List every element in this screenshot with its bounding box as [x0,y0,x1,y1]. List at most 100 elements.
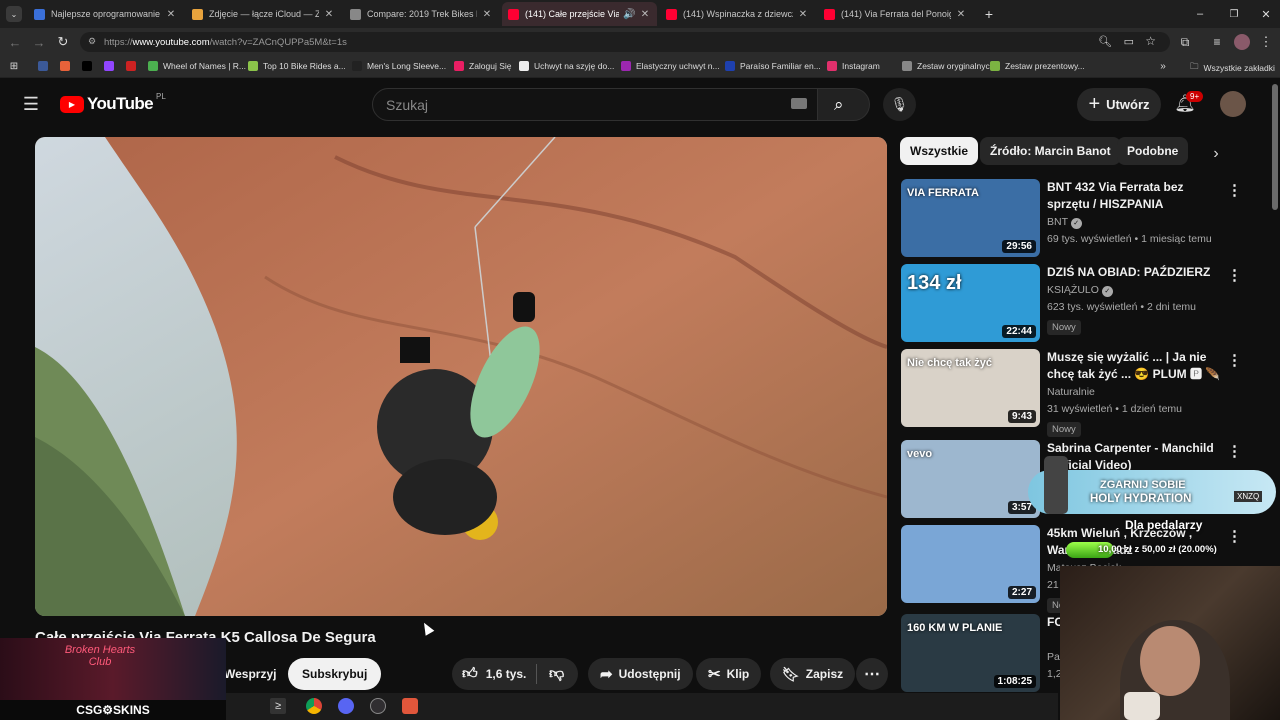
save-button[interactable]: 🔖︎ Zapisz [770,658,856,690]
chip-all[interactable]: Wszystkie [900,137,979,165]
obs-app-icon[interactable] [370,698,386,714]
bookmark-item[interactable]: Zaloguj Się [454,61,512,71]
tab-close-icon[interactable]: ✕ [639,9,651,20]
duration-badge: 29:56 [1002,240,1036,253]
all-bookmarks-folder[interactable]: 🗀 Wszystkie zakładki [1190,61,1275,75]
sponsor-ad-overlay: ZGARNIJ SOBIE HOLY HYDRATION XNZQ [1028,456,1276,514]
youtube-logo[interactable]: ▶ YouTube PL [60,92,166,114]
more-actions-button[interactable]: ⋯ [856,658,888,690]
tab-close-icon[interactable]: ✕ [797,9,809,20]
bookmark-item[interactable] [104,61,119,71]
ad-line-2: HOLY HYDRATION [1090,493,1192,505]
minimize-button[interactable]: – [1190,5,1210,23]
dislike-button[interactable]: 👎︎ [537,665,564,683]
bookmark-item[interactable] [126,61,141,71]
subscribe-button[interactable]: Subskrybuj [288,658,382,690]
recommendation-title[interactable]: BNT 432 Via Ferrata bez sprzętu / HISZPA… [1047,179,1227,213]
video-thumbnail[interactable]: Nie chcę tak żyć 9:43 [901,349,1040,427]
extensions-icon[interactable]: ⧉ [1176,33,1194,51]
apps-grid-icon[interactable]: ⊞ [8,60,20,72]
browser-tab-active[interactable]: (141) Całe przejście Via Ferr🔊✕ [502,2,657,26]
bookmark-item[interactable]: Zestaw prezentowy... [990,61,1085,71]
bookmark-item[interactable]: Top 10 Bike Rides a... [248,61,346,71]
close-window-button[interactable]: ✕ [1256,5,1276,23]
bookmark-item[interactable] [38,61,53,71]
chip-source[interactable]: Źródło: Marcin Banot [980,137,1121,165]
restore-button[interactable]: ❐ [1224,5,1244,23]
bookmark-item[interactable] [82,61,97,71]
terminal-app-icon[interactable]: ≥ [270,698,286,714]
taskbar: ≥ [226,693,1058,720]
video-thumbnail[interactable]: 134 zł 22:44 [901,264,1040,342]
recommendation-item[interactable]: 134 zł 22:44 DZIŚ NA OBIAD: PAŹDZIERZ KSIĄŻ… [901,264,1273,344]
reload-icon[interactable]: ↻ [54,33,72,51]
video-thumbnail[interactable]: VIA FERRATA 29:56 [901,179,1040,257]
video-player[interactable] [35,137,887,616]
browser-tab[interactable]: (141) Wspinaczka z dziewczyną✕ [660,2,815,26]
channel-name[interactable]: KSIĄŻULO ✓ [1047,284,1113,297]
new-tab-button[interactable]: + [980,5,998,23]
keyboard-icon[interactable] [791,98,807,109]
tab-close-icon[interactable]: ✕ [481,9,493,20]
video-thumbnail[interactable]: vevo 3:57 [901,440,1040,518]
url-bar[interactable]: ⚙ https://www.youtube.com/watch?v=ZACnQU… [80,32,1170,52]
chips-next-chevron-icon[interactable]: › [1206,144,1226,164]
browser-tab[interactable]: (141) Via Ferrata del Ponoig, Po✕ [818,2,973,26]
tab-close-icon[interactable]: ✕ [165,9,177,20]
browser-menu-icon[interactable]: ⋮ [1258,33,1274,51]
browser-tab[interactable]: Compare: 2019 Trek Bikes Dom✕ [344,2,499,26]
tab-search-icon[interactable]: ⌄ [6,6,22,22]
recommendation-item[interactable]: Nie chcę tak żyć 9:43 Muszę się wyżalić ..… [901,349,1273,437]
more-options-icon[interactable]: ⋮ [1227,351,1242,369]
channel-name[interactable]: Naturalnie [1047,386,1095,398]
more-options-icon[interactable]: ⋮ [1227,266,1242,284]
recommendation-item[interactable]: VIA FERRATA 29:56 BNT 432 Via Ferrata bez … [901,179,1273,259]
browser-tab[interactable]: Zdjęcie — łącze iCloud — Zdję✕ [186,2,341,26]
create-button[interactable]: + Utwórz [1077,88,1161,121]
zoom-icon[interactable]: 🔍︎ [1098,35,1112,48]
bookmark-item[interactable]: Wheel of Names | R... [148,61,246,71]
bookmark-item[interactable]: Uchwyt na szyję do... [519,61,614,71]
discord-app-icon[interactable] [338,698,354,714]
video-thumbnail[interactable]: 160 KM W PLANIE 1:08:25 [901,614,1040,692]
like-button[interactable]: 👍︎ 1,6 tys. [452,665,536,683]
bookmark-item[interactable]: Instagram [827,61,880,71]
verified-icon: ✓ [1070,218,1082,229]
browser-tab[interactable]: Najlepsze oprogramowanie do ✕ [28,2,183,26]
more-bookmarks-icon[interactable]: » [1156,59,1170,73]
verified-icon: ✓ [1101,286,1113,297]
video-thumbnail[interactable]: 2:27 [901,525,1040,603]
site-info-icon[interactable]: ⚙ [88,36,96,47]
voice-search-button[interactable]: 🎙︎ [883,88,916,121]
back-arrow-icon[interactable]: ← [6,33,24,51]
more-options-icon[interactable]: ⋮ [1227,181,1242,199]
clip-button[interactable]: ✂ Klip [696,658,762,690]
tab-close-icon[interactable]: ✕ [323,9,335,20]
bookmark-item[interactable]: Paraíso Familiar en... [725,61,821,71]
bookmark-item[interactable]: Elastyczny uchwyt n... [621,61,720,71]
tab-audio-icon[interactable]: 🔊 [623,9,635,20]
bookmark-item[interactable] [60,61,75,71]
streaming-app-icon[interactable] [402,698,418,714]
cast-icon[interactable]: ▭ [1124,35,1134,48]
chip-related[interactable]: Podobne [1117,137,1189,165]
page-scrollbar[interactable] [1272,84,1278,210]
more-options-icon[interactable]: ⋮ [1227,442,1242,460]
recommendation-title[interactable]: DZIŚ NA OBIAD: PAŹDZIERZ [1047,264,1227,281]
share-button[interactable]: ➦ Udostępnij [588,658,693,690]
bookmark-item[interactable]: Men's Long Sleeve... [352,61,446,71]
chrome-app-icon[interactable] [306,698,322,714]
hamburger-menu-icon[interactable]: ☰ [20,94,42,114]
search-button[interactable]: ⌕ [818,88,870,121]
bookmark-item[interactable]: Zestaw oryginalnyc... [902,61,997,71]
channel-name[interactable]: BNT ✓ [1047,216,1082,229]
bookmark-star-icon[interactable]: ☆ [1145,34,1156,48]
media-control-icon[interactable]: ≡ [1208,33,1226,51]
account-avatar[interactable] [1220,91,1246,117]
search-input[interactable]: Szukaj [372,88,818,121]
tab-close-icon[interactable]: ✕ [955,9,967,20]
recommendation-title[interactable]: Sabrina Carpenter - Manchild (Official V… [1047,440,1227,474]
forward-arrow-icon[interactable]: → [30,33,48,51]
profile-avatar-icon[interactable] [1234,34,1250,50]
recommendation-title[interactable]: Muszę się wyżalić ... | Ja nie chcę tak … [1047,349,1227,383]
